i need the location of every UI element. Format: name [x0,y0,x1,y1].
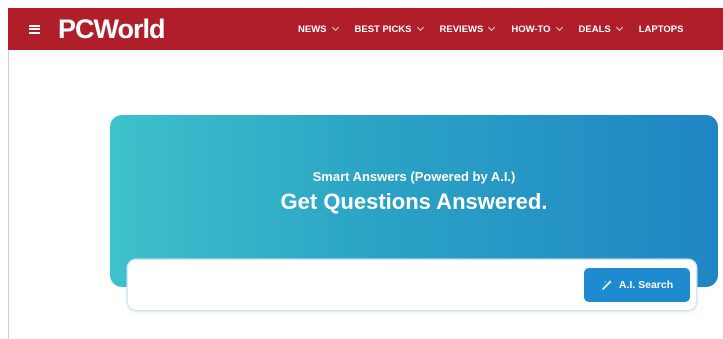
nav-item-label: REVIEWS [439,23,484,35]
nav-item-label: NEWS [298,23,327,35]
nav-item-reviews[interactable]: REVIEWS [439,23,496,35]
nav-item-deals[interactable]: DEALS [578,23,623,35]
nav-item-label: BEST PICKS [354,23,412,35]
nav-item-news[interactable]: NEWS [298,23,339,35]
hamburger-menu-icon[interactable] [20,8,48,50]
page-left-border [8,50,9,339]
hero-subtitle: Smart Answers (Powered by A.I.) [312,169,516,184]
site-logo[interactable]: PCWorld [58,14,165,45]
nav-item-best-picks[interactable]: BEST PICKS [354,23,424,35]
chevron-down-icon [416,23,424,32]
site-header: PCWorld NEWS BEST PICKS REVIEWS HOW-TO D… [8,8,723,50]
chevron-down-icon [331,23,339,32]
ai-search-button[interactable]: A.I. Search [584,268,690,302]
magic-wand-icon [602,280,612,290]
main-nav: NEWS BEST PICKS REVIEWS HOW-TO DEALS LAP… [298,8,700,50]
page: PCWorld NEWS BEST PICKS REVIEWS HOW-TO D… [0,0,723,339]
chevron-down-icon [615,23,623,32]
chevron-down-icon [555,23,563,32]
ai-search-input[interactable] [142,268,576,304]
ai-search-box: A.I. Search [128,260,696,310]
ai-search-button-label: A.I. Search [618,279,674,291]
nav-item-label: LAPTOPS [638,23,684,35]
nav-item-label: DEALS [578,23,611,35]
hero-title: Get Questions Answered. [280,189,548,214]
nav-item-how-to[interactable]: HOW-TO [511,23,563,35]
nav-item-laptops[interactable]: LAPTOPS [639,24,684,35]
chevron-down-icon [488,23,496,32]
nav-item-label: HOW-TO [511,23,551,35]
